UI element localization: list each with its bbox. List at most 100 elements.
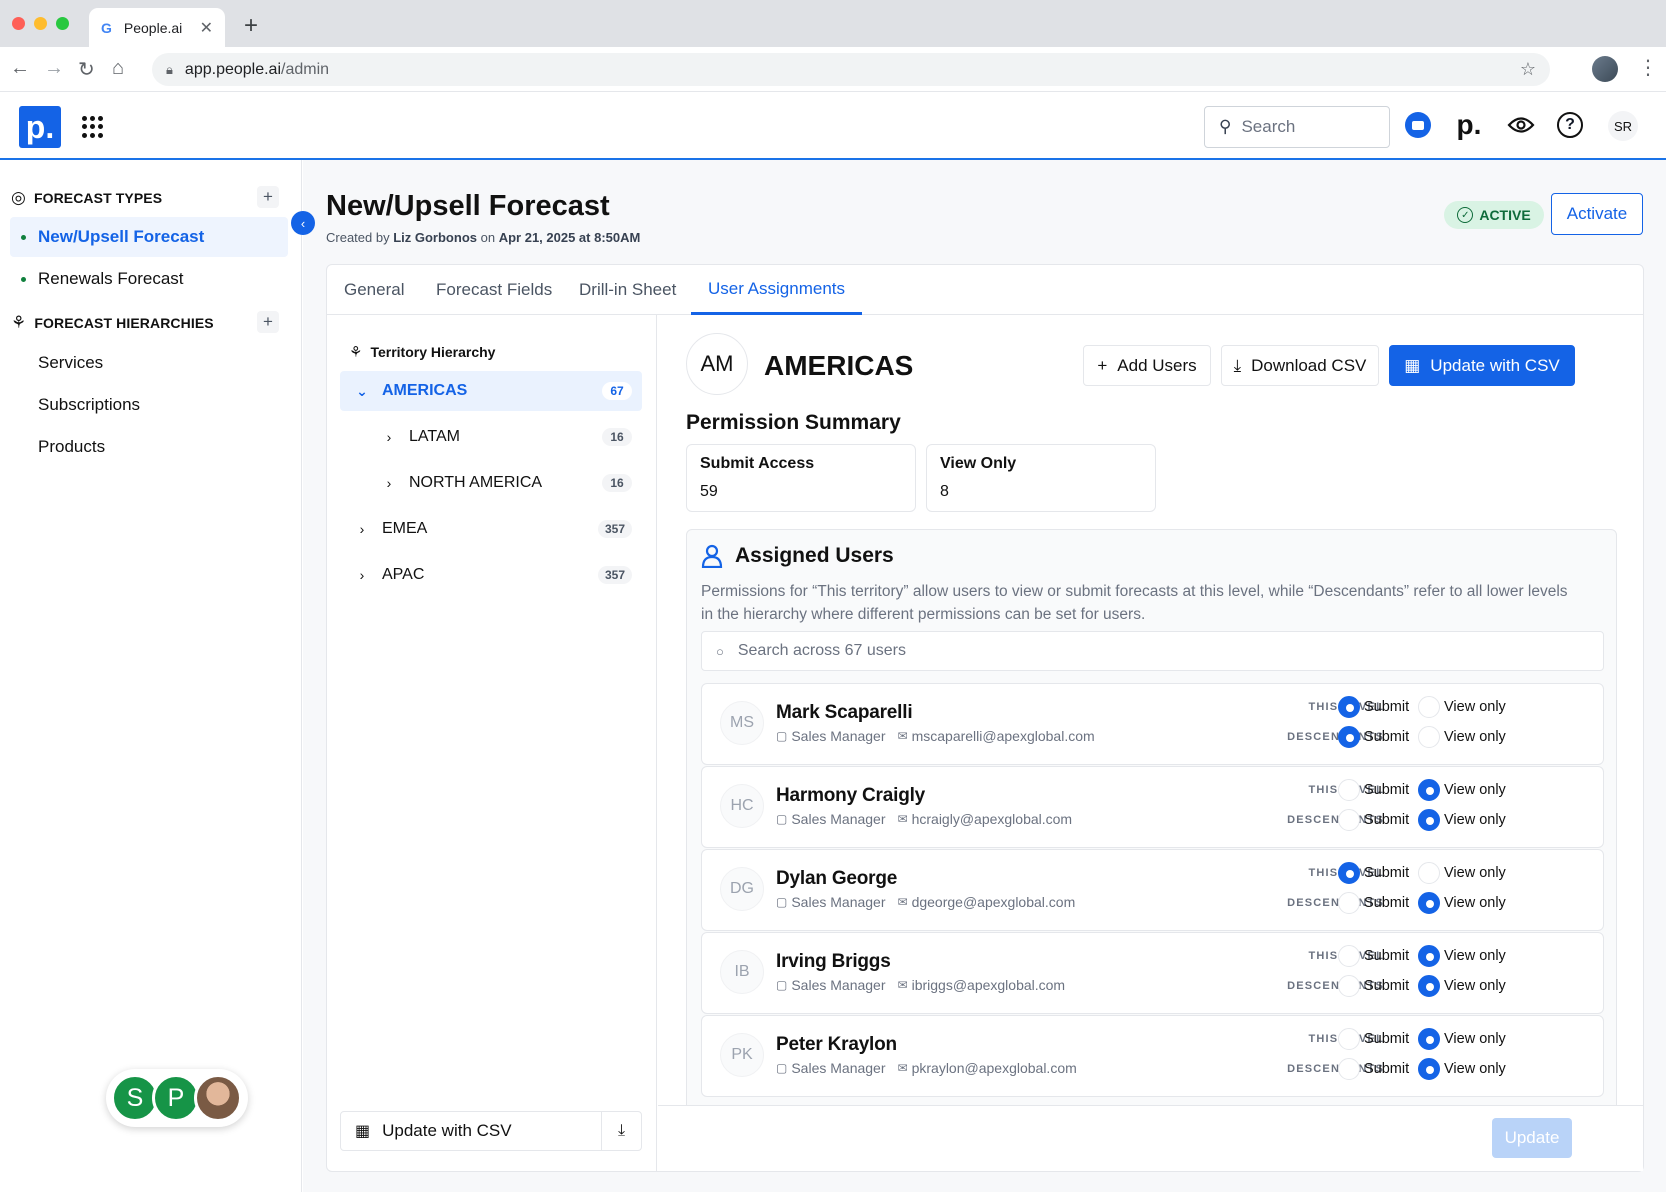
forward-icon[interactable]: →	[44, 57, 64, 80]
eye-icon[interactable]	[1506, 110, 1536, 140]
user-email: dgeorge@apexglobal.com	[911, 894, 1076, 910]
chevron-right-icon[interactable]: ›	[354, 521, 370, 537]
this-level-submit-radio[interactable]	[1338, 696, 1360, 718]
this-level-submit-label: Submit	[1364, 948, 1410, 964]
descendants-view-radio[interactable]	[1418, 726, 1440, 748]
tab-user-assignments[interactable]: User Assignments	[691, 265, 862, 315]
tree-node-count: 67	[602, 382, 632, 400]
this-level-view-radio[interactable]	[1418, 1028, 1440, 1050]
collapse-sidebar-button[interactable]: ‹	[291, 211, 315, 235]
view-only-card: View Only 8	[926, 444, 1156, 512]
descendants-view-radio[interactable]	[1418, 892, 1440, 914]
descendants-submit-radio[interactable]	[1338, 975, 1360, 997]
descendants-submit-radio[interactable]	[1338, 892, 1360, 914]
sidebar-item-products[interactable]: Products	[10, 427, 288, 467]
mail-icon: ✉	[897, 812, 908, 826]
address-bar[interactable]: 🔒︎ app.people.ai/admin ☆	[152, 53, 1550, 86]
chevron-right-icon[interactable]: ›	[381, 429, 397, 445]
browser-tab[interactable]: G People.ai ✕	[89, 8, 225, 47]
update-with-csv-button[interactable]: ▦ Update with CSV	[1389, 345, 1575, 386]
header-search-input[interactable]: ⚲ Search	[1204, 106, 1390, 148]
user-email: mscaparelli@apexglobal.com	[911, 728, 1095, 744]
descendants-view-radio[interactable]	[1418, 809, 1440, 831]
descendants-submit-label: Submit	[1364, 895, 1410, 911]
reload-icon[interactable]: ↻	[78, 57, 95, 82]
user-search-input[interactable]: ○ Search across 67 users	[701, 631, 1604, 671]
this-level-submit-radio[interactable]	[1338, 1028, 1360, 1050]
sidebar-item-label: Products	[38, 437, 106, 456]
people-ai-assistant-icon[interactable]: p.	[1454, 109, 1484, 140]
this-level-submit-radio[interactable]	[1338, 862, 1360, 884]
this-level-view-radio[interactable]	[1418, 945, 1440, 967]
tab-forecast-fields[interactable]: Forecast Fields	[436, 265, 552, 315]
chevron-right-icon[interactable]: ›	[381, 475, 397, 491]
descendants-submit-radio[interactable]	[1338, 809, 1360, 831]
activate-button[interactable]: Activate	[1551, 193, 1643, 235]
user-initials-avatar: PK	[720, 1033, 764, 1077]
user-name: Mark Scaparelli	[776, 702, 913, 723]
this-level-view-radio[interactable]	[1418, 696, 1440, 718]
tree-node-label: LATAM	[409, 428, 460, 445]
user-row: HC Harmony Craigly ▢ Sales Manager ✉ hcraigly…	[701, 766, 1604, 848]
this-level-view-radio[interactable]	[1418, 862, 1440, 884]
this-level-view-radio[interactable]	[1418, 779, 1440, 801]
this-level-view-label: View only	[1444, 1031, 1506, 1047]
close-window-dot[interactable]	[12, 17, 25, 30]
descendants-view-radio[interactable]	[1418, 1058, 1440, 1080]
descendants-view-radio[interactable]	[1418, 975, 1440, 997]
sidebar-item-label: Services	[38, 353, 104, 372]
presence-avatar-photo[interactable]	[194, 1074, 242, 1122]
back-icon[interactable]: ←	[10, 57, 30, 80]
tree-node-latam[interactable]: › LATAM 16	[340, 417, 642, 457]
submit-access-card: Submit Access 59	[686, 444, 916, 512]
user-avatar[interactable]: SR	[1608, 111, 1638, 141]
browser-tab-strip: G People.ai ✕ +	[0, 0, 1666, 47]
chat-icon[interactable]	[1405, 112, 1431, 138]
sidebar-item-services[interactable]: Services	[10, 343, 288, 383]
footer-bar: Update	[658, 1105, 1643, 1171]
assigned-users-title: Assigned Users	[735, 544, 894, 567]
tree-node-north-america[interactable]: › NORTH AMERICA 16	[340, 463, 642, 503]
close-tab-icon[interactable]: ✕	[200, 18, 213, 38]
browser-menu-icon[interactable]: ⋮	[1638, 55, 1658, 80]
browser-profile-avatar[interactable]	[1592, 56, 1618, 82]
mail-icon: ✉	[897, 895, 908, 909]
maximize-window-dot[interactable]	[56, 17, 69, 30]
hierarchy-update-csv-button[interactable]: ▦ Update with CSV ⤓	[340, 1111, 642, 1151]
download-csv-button[interactable]: ⤓ Download CSV	[1221, 345, 1379, 386]
territory-avatar: AM	[686, 333, 748, 395]
descendants-submit-radio[interactable]	[1338, 1058, 1360, 1080]
download-icon[interactable]: ⤓	[601, 1112, 641, 1150]
tree-node-emea[interactable]: › EMEA 357	[340, 509, 642, 549]
this-level-submit-label: Submit	[1364, 699, 1410, 715]
tab-drill-in-sheet[interactable]: Drill-in Sheet	[579, 265, 676, 315]
descendants-submit-radio[interactable]	[1338, 726, 1360, 748]
people-ai-logo[interactable]: p.	[19, 106, 61, 148]
tab-general[interactable]: General	[344, 265, 404, 315]
app-launcher-icon[interactable]	[82, 116, 104, 138]
add-hierarchy-button[interactable]: +	[257, 311, 279, 333]
presence-avatar-p[interactable]: P	[152, 1074, 200, 1122]
update-button[interactable]: Update	[1492, 1118, 1572, 1158]
chevron-right-icon[interactable]: ›	[354, 567, 370, 583]
sidebar-item-subscriptions[interactable]: Subscriptions	[10, 385, 288, 425]
add-forecast-type-button[interactable]: +	[257, 186, 279, 208]
presence-avatars[interactable]: S P	[106, 1069, 248, 1127]
tree-node-americas[interactable]: ⌄ AMERICAS 67	[340, 371, 642, 411]
bookmark-star-icon[interactable]: ☆	[1520, 59, 1536, 80]
sidebar-item-new-upsell-forecast[interactable]: New/Upsell Forecast	[10, 217, 288, 257]
this-level-submit-radio[interactable]	[1338, 779, 1360, 801]
this-level-submit-radio[interactable]	[1338, 945, 1360, 967]
status-dot	[21, 235, 26, 240]
tree-node-apac[interactable]: › APAC 357	[340, 555, 642, 595]
user-meta: ▢ Sales Manager ✉ hcraigly@apexglobal.com	[776, 811, 1072, 827]
sidebar-item-renewals-forecast[interactable]: Renewals Forecast	[10, 259, 288, 299]
chevron-down-icon[interactable]: ⌄	[354, 383, 370, 400]
minimize-window-dot[interactable]	[34, 17, 47, 30]
add-users-button[interactable]: + Add Users	[1083, 345, 1211, 386]
this-level-submit-label: Submit	[1364, 865, 1410, 881]
help-icon[interactable]: ?	[1557, 112, 1583, 138]
descendants-submit-label: Submit	[1364, 978, 1410, 994]
new-tab-icon[interactable]: +	[244, 12, 258, 40]
home-icon[interactable]: ⌂	[112, 57, 124, 80]
